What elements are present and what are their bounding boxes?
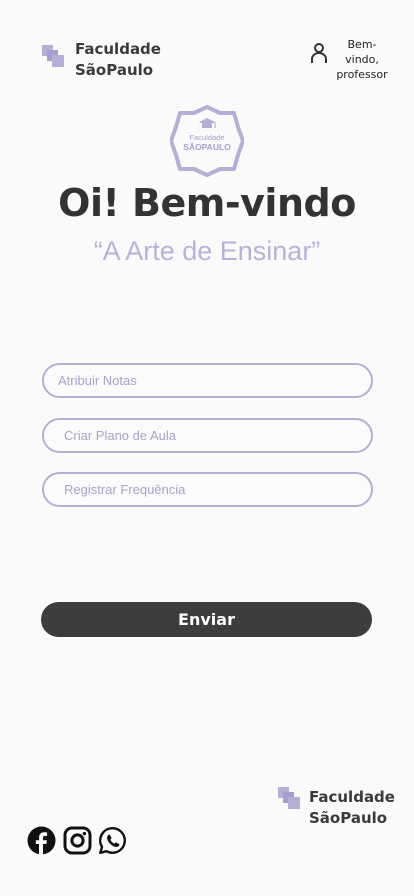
facebook-icon[interactable] [27, 826, 56, 855]
footer-brand-name: Faculdade SãoPaulo [309, 787, 395, 829]
footer-brand-line2: SãoPaulo [309, 809, 388, 827]
brand-name-line2: SãoPaulo [75, 61, 154, 79]
user-icon[interactable] [310, 42, 328, 64]
create-lesson-plan-input[interactable] [42, 418, 373, 453]
whatsapp-icon[interactable] [98, 826, 127, 855]
user-greeting: Bem-vindo, professor [331, 37, 393, 82]
instagram-icon[interactable] [63, 826, 92, 855]
footer-brand-line1: Faculdade [309, 788, 395, 806]
footer-brand-logo-icon [278, 787, 300, 809]
record-attendance-input[interactable] [42, 472, 373, 507]
faculdade-seal-logo: Faculdade SÃOPAULO [170, 105, 244, 177]
brand-logo-icon [42, 45, 64, 67]
submit-button[interactable]: Enviar [41, 602, 372, 637]
page-subtitle: “A Arte de Ensinar” [93, 236, 321, 266]
brand-name: Faculdade SãoPaulo [75, 39, 161, 81]
user-greeting-line2: professor [336, 68, 388, 81]
seal-text-line2: SÃOPAULO [183, 142, 231, 152]
brand-name-line1: Faculdade [75, 40, 161, 58]
user-greeting-line1: Bem-vindo, [345, 38, 379, 66]
page-title: Oi! Bem-vindo [58, 181, 356, 225]
assign-grades-input[interactable] [42, 363, 373, 398]
seal-text-line1: Faculdade [189, 133, 224, 142]
